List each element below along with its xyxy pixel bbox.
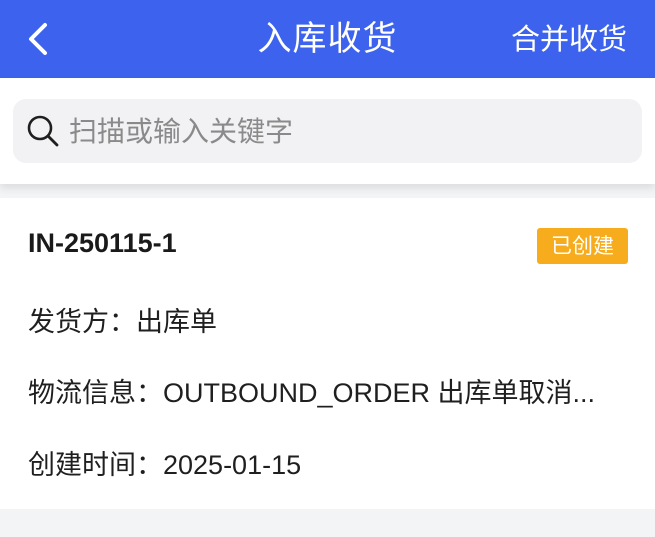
logistics-row: 物流信息：OUTBOUND_ORDER 出库单取消...	[28, 371, 595, 410]
search-box[interactable]	[13, 99, 642, 163]
logistics-label: 物流信息：	[28, 378, 163, 409]
logistics-value: OUTBOUND_ORDER 出库单取消...	[163, 378, 596, 408]
search-input[interactable]	[69, 101, 629, 161]
created-row: 创建时间：2025-01-15	[28, 443, 301, 482]
status-badge: 已创建	[537, 228, 628, 264]
order-number: IN-250115-1	[28, 228, 177, 258]
merge-receive-button[interactable]: 合并收货	[511, 0, 627, 78]
created-label: 创建时间：	[28, 450, 163, 481]
search-icon	[25, 113, 61, 149]
app-header: 入库收货 合并收货	[0, 0, 655, 78]
shipper-row: 发货方：出库单	[28, 300, 217, 339]
shipper-value: 出库单	[136, 307, 217, 337]
search-section	[0, 78, 655, 184]
order-card[interactable]: IN-250115-1 已创建 发货方：出库单 物流信息：OUTBOUND_OR…	[0, 198, 655, 509]
shipper-label: 发货方：	[28, 307, 136, 338]
created-value: 2025-01-15	[163, 450, 302, 480]
